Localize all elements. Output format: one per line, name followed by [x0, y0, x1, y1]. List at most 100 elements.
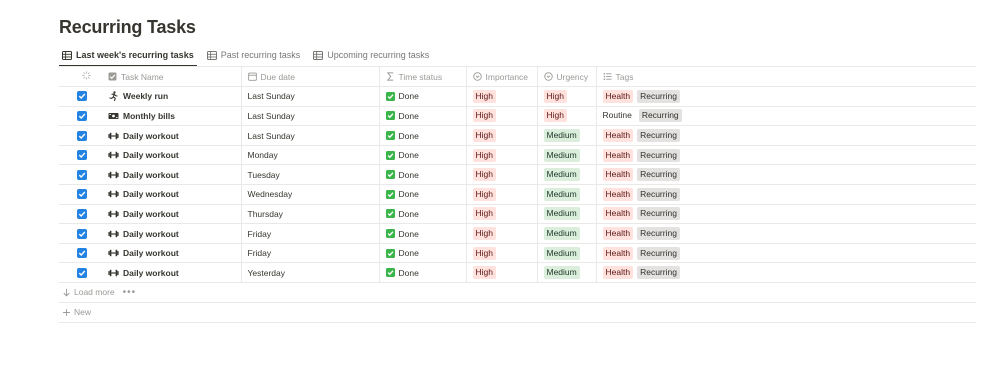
- importance-cell[interactable]: High: [465, 125, 537, 146]
- table-row[interactable]: Daily workout Friday Done High Medium Health R…: [59, 223, 976, 244]
- importance-cell[interactable]: High: [465, 86, 537, 107]
- table-row[interactable]: Daily workout Monday Done High Medium Health R…: [59, 145, 976, 166]
- due-date-cell[interactable]: Last Sunday: [240, 86, 379, 107]
- importance-cell[interactable]: High: [465, 106, 537, 127]
- row-checkbox[interactable]: [77, 91, 87, 102]
- table-row[interactable]: Weekly run Last Sunday Done High High Health R…: [59, 86, 976, 107]
- urgency-cell[interactable]: High: [536, 106, 596, 127]
- task-name-cell[interactable]: Daily workout: [102, 204, 241, 225]
- column-header-tags[interactable]: Tags: [595, 67, 696, 88]
- tab-upcoming-recurring-tasks[interactable]: Upcoming recurring tasks: [310, 46, 432, 66]
- urgency-cell[interactable]: Medium: [536, 262, 596, 284]
- urgency-cell[interactable]: Medium: [536, 125, 596, 146]
- column-header-urgency[interactable]: Urgency: [536, 67, 596, 88]
- row-checkbox[interactable]: [77, 228, 87, 239]
- due-date-cell[interactable]: Monday: [240, 145, 379, 166]
- due-date-cell[interactable]: Yesterday: [240, 262, 379, 284]
- dumbbell-icon: [108, 210, 119, 218]
- urgency-cell[interactable]: Medium: [536, 243, 596, 264]
- tab-last-weeks-recurring-tasks[interactable]: Last week's recurring tasks: [59, 46, 197, 67]
- row-checkbox[interactable]: [77, 110, 87, 121]
- importance-cell[interactable]: High: [465, 184, 537, 205]
- due-date-cell[interactable]: Last Sunday: [240, 125, 379, 146]
- row-filler: [696, 86, 976, 107]
- importance-cell[interactable]: High: [465, 223, 537, 244]
- tab-past-recurring-tasks[interactable]: Past recurring tasks: [204, 46, 304, 66]
- task-name-cell[interactable]: Daily workout: [102, 125, 241, 146]
- tags-cell[interactable]: Health Recurring: [595, 223, 696, 244]
- tags-cell[interactable]: Health Recurring: [595, 204, 696, 225]
- task-name-cell[interactable]: Weekly run: [102, 86, 241, 107]
- table-row[interactable]: Daily workout Yesterday Done High Medium Heal…: [59, 262, 976, 284]
- due-date-value: Wednesday: [247, 189, 293, 200]
- task-name-cell[interactable]: Daily workout: [102, 262, 241, 284]
- row-checkbox[interactable]: [77, 189, 87, 200]
- due-date-cell[interactable]: Thursday: [240, 204, 379, 225]
- task-name-cell[interactable]: Daily workout: [102, 223, 241, 244]
- tag-pill: Health: [602, 187, 634, 201]
- row-filler: [696, 262, 976, 284]
- table-row[interactable]: Daily workout Friday Done High Medium Health R…: [59, 243, 976, 264]
- row-checkbox[interactable]: [77, 150, 87, 161]
- check-mark-button-icon: [385, 268, 395, 278]
- column-header-importance[interactable]: Importance: [465, 67, 537, 88]
- row-checkbox[interactable]: [77, 130, 87, 141]
- load-more-row[interactable]: Load more •••: [59, 283, 976, 303]
- column-header-time-status[interactable]: Time status: [378, 67, 466, 88]
- due-date-cell[interactable]: Friday: [240, 243, 379, 264]
- new-row-button[interactable]: New: [59, 303, 976, 323]
- tags-cell[interactable]: Routine Recurring: [595, 106, 696, 127]
- urgency-cell[interactable]: Medium: [536, 204, 596, 225]
- importance-tag: High: [472, 227, 496, 241]
- row-checkbox[interactable]: [77, 248, 87, 259]
- task-name-cell[interactable]: Monthly bills: [102, 106, 241, 127]
- urgency-cell[interactable]: Medium: [536, 145, 596, 166]
- table-row[interactable]: Daily workout Wednesday Done High Medium Heal…: [59, 184, 976, 205]
- row-checkbox-cell: [59, 184, 102, 205]
- importance-cell[interactable]: High: [465, 243, 537, 264]
- table-row[interactable]: Daily workout Tuesday Done High Medium Health…: [59, 164, 976, 186]
- urgency-cell[interactable]: Medium: [536, 164, 596, 186]
- tag-pill: Health: [602, 148, 634, 162]
- column-header-due-date[interactable]: Due date: [240, 67, 379, 88]
- tags-cell[interactable]: Health Recurring: [595, 145, 696, 166]
- tag-pill: Recurring: [638, 109, 682, 123]
- table-row[interactable]: Daily workout Thursday Done High Medium Healt…: [59, 204, 976, 225]
- tags-cell[interactable]: Health Recurring: [595, 184, 696, 205]
- task-name-cell[interactable]: Daily workout: [102, 243, 241, 264]
- task-name-cell[interactable]: Daily workout: [102, 145, 241, 166]
- row-checkbox[interactable]: [77, 208, 87, 219]
- importance-cell[interactable]: High: [465, 164, 537, 186]
- importance-tag: High: [472, 109, 496, 123]
- task-name-cell[interactable]: Daily workout: [102, 184, 241, 205]
- tags-cell[interactable]: Health Recurring: [595, 262, 696, 284]
- tags-cell[interactable]: Health Recurring: [595, 164, 696, 186]
- row-filler: [696, 145, 976, 166]
- more-options-button[interactable]: •••: [123, 287, 137, 298]
- tags-cell[interactable]: Health Recurring: [595, 125, 696, 146]
- due-date-cell[interactable]: Wednesday: [240, 184, 379, 205]
- table-row[interactable]: Daily workout Last Sunday Done High Medium He…: [59, 125, 976, 146]
- due-date-cell[interactable]: Last Sunday: [240, 106, 379, 127]
- column-header-task-name[interactable]: Task Name: [102, 67, 241, 88]
- row-checkbox[interactable]: [77, 267, 87, 278]
- row-checkbox[interactable]: [77, 169, 87, 180]
- urgency-cell[interactable]: Medium: [536, 184, 596, 205]
- header-select-all[interactable]: [59, 67, 102, 88]
- formula-sigma-icon: [386, 72, 393, 81]
- tags-cell[interactable]: Health Recurring: [595, 86, 696, 107]
- table-row[interactable]: Monthly bills Last Sunday Done High High Rout…: [59, 106, 976, 127]
- due-date-cell[interactable]: Friday: [240, 223, 379, 244]
- multi-select-list-icon: [603, 73, 612, 81]
- tags-cell[interactable]: Health Recurring: [595, 243, 696, 264]
- tag-pill: Routine: [602, 110, 632, 121]
- page-title: Recurring Tasks: [59, 17, 196, 37]
- tag-pill: Recurring: [637, 227, 680, 241]
- due-date-cell[interactable]: Tuesday: [240, 164, 379, 186]
- task-name-cell[interactable]: Daily workout: [102, 164, 241, 186]
- urgency-cell[interactable]: High: [536, 86, 596, 107]
- urgency-cell[interactable]: Medium: [536, 223, 596, 244]
- importance-cell[interactable]: High: [465, 262, 537, 284]
- importance-cell[interactable]: High: [465, 145, 537, 166]
- importance-cell[interactable]: High: [465, 204, 537, 225]
